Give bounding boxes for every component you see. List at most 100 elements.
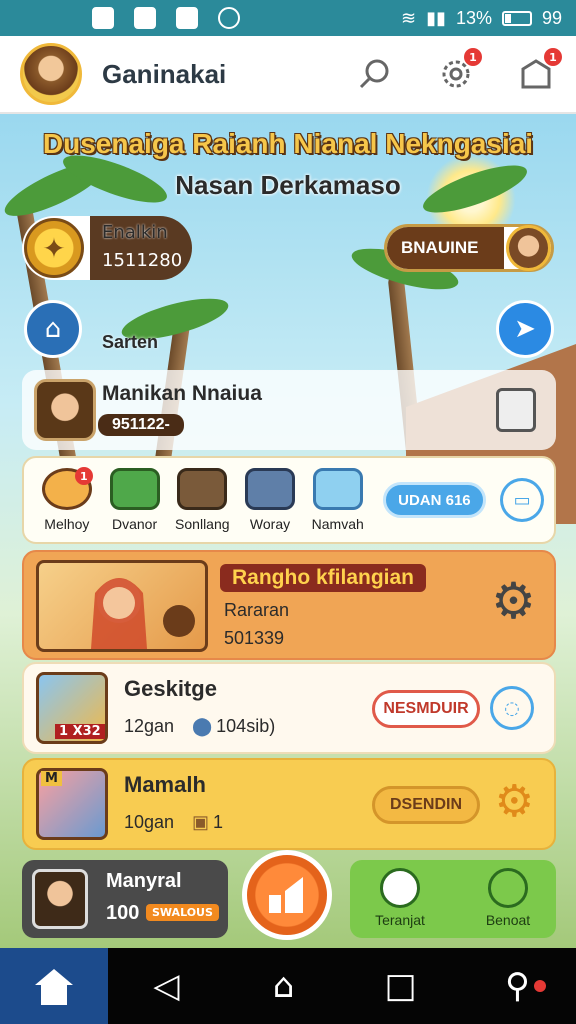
home-label: Sarten <box>102 332 159 352</box>
image-icon <box>92 7 114 29</box>
task-tag: M <box>41 771 62 786</box>
nav-home-button[interactable] <box>0 948 108 1024</box>
shield-icon <box>176 7 198 29</box>
quick-action-label: Benoat <box>485 912 531 928</box>
gear-icon[interactable]: ⚙ <box>491 576 536 626</box>
app-title: Ganinakai <box>102 58 227 89</box>
quest-line1: Rararan <box>224 600 290 620</box>
task-card[interactable]: M Mamalh 10gan ▣ 1 DSENDIN ⚙ <box>22 758 556 850</box>
status-bar: ≋ ▮▮ 13% 99 <box>0 0 576 36</box>
task-image: 1 X32 <box>36 672 108 744</box>
task-tag: 1 X32 <box>55 724 105 739</box>
search-icon: ⚲ <box>505 966 530 1006</box>
inventory-action-button[interactable]: UDAN 616 <box>382 482 487 518</box>
search-badge <box>534 980 546 992</box>
bag-icon <box>245 468 296 510</box>
quick-actions: Teranjat Benoat <box>350 860 556 938</box>
square-icon: □ <box>384 966 417 1006</box>
task-action-button[interactable]: NESMDUIR <box>372 690 480 728</box>
player-avatar <box>32 869 88 929</box>
check-icon <box>134 7 156 29</box>
circle-icon <box>218 7 240 29</box>
card-icon[interactable]: ▭ <box>500 478 545 522</box>
navigation-bar: ◁ ⌂ □ ⚲ <box>0 948 576 1024</box>
profile-value: 951122- <box>98 414 184 436</box>
inventory-item[interactable]: Woray <box>237 468 303 532</box>
task-card[interactable]: 1 X32 Geskitge 12gan ⬤ 104sib) NESMDUIR ◌ <box>22 662 556 754</box>
home-button[interactable]: ⌂ <box>24 300 82 358</box>
player-card[interactable]: Manyral 100 SWALOUS <box>22 860 228 938</box>
nav-recents-button[interactable]: □ <box>342 966 459 1006</box>
currency-value: 1511280 <box>102 250 183 271</box>
paper-plane-icon: ➤ <box>514 314 536 344</box>
battery-icon <box>501 10 532 26</box>
profile-name: Manikan Nnaiua <box>102 382 262 405</box>
nav-home-circle-button[interactable]: ⌂ <box>225 966 342 1006</box>
quick-action-label: Teranjat <box>375 912 425 928</box>
house-icon: ⌂ <box>44 314 62 344</box>
quest-card[interactable]: Rangho kfilangian Rararan 501339 ⚙ <box>22 550 556 660</box>
character-pill-label: BNAUINE <box>387 227 505 269</box>
profile-card[interactable]: Manikan Nnaiua 951122- <box>22 370 556 450</box>
player-name: Manyral <box>106 870 182 892</box>
task-title: Geskitge <box>124 676 217 701</box>
task-reward: ▣ 1 <box>192 812 223 833</box>
inventory-item-label: Sonllang <box>175 516 230 532</box>
character-avatar <box>506 225 551 271</box>
inventory-item-label: Namvah <box>311 516 364 532</box>
task-reward: ⬤ 104sib) <box>192 716 275 737</box>
signal-icon: ▮▮ <box>426 7 446 28</box>
headline-subtitle: Nasan Derkamaso <box>175 170 401 200</box>
inventory-bar: 1 Melhoy Dvanor Sonllang Woray Namvah UD… <box>22 456 556 544</box>
nav-search-button[interactable]: ⚲ <box>459 966 576 1006</box>
inventory-item[interactable]: 1 Melhoy <box>34 467 100 532</box>
app-bar: Ganinakai 1 1 <box>0 36 576 114</box>
home-icon <box>35 969 73 1005</box>
coin-icon: ✦ <box>24 218 84 278</box>
chat-icon[interactable]: ◌ <box>490 686 534 730</box>
player-value: 100 <box>106 902 140 924</box>
gear-icon[interactable]: ⚙ <box>495 780 534 824</box>
check-icon <box>380 868 420 908</box>
headline-title: Dusenaiga Raianh Nianal Nekngasiai <box>42 128 534 159</box>
task-image: M <box>36 768 108 840</box>
player-badge: SWALOUS <box>146 904 219 921</box>
inventory-badge: 1 <box>74 467 93 485</box>
user-avatar[interactable] <box>20 43 82 105</box>
battery-percent: 13% <box>455 7 492 28</box>
chest-icon: ▣ <box>192 812 210 832</box>
quick-action[interactable]: Teranjat <box>360 868 440 928</box>
document-icon[interactable] <box>496 388 536 432</box>
profile-avatar <box>34 379 96 441</box>
inventory-item[interactable]: Dvanor <box>102 468 168 532</box>
currency-display[interactable]: ✦ Enalkin 1511280 <box>22 216 192 280</box>
inventory-item[interactable]: Namvah <box>305 468 371 532</box>
currency-name: Enalkin <box>102 222 168 243</box>
inventory-item[interactable]: Sonllang <box>169 468 235 532</box>
inventory-item-label: Dvanor <box>112 516 158 532</box>
notification-icon[interactable]: 1 <box>516 48 562 94</box>
send-button[interactable]: ➤ <box>496 300 554 358</box>
crate-icon <box>177 468 228 510</box>
task-title: Mamalh <box>124 772 206 797</box>
task-time: 12gan <box>124 716 175 736</box>
task-action-button[interactable]: DSENDIN <box>372 786 480 824</box>
settings-badge: 1 <box>464 48 482 66</box>
inventory-item-label: Melhoy <box>44 516 90 532</box>
chart-icon <box>269 877 303 913</box>
map-icon <box>312 468 363 510</box>
home-outline-icon: ⌂ <box>272 966 295 1006</box>
character-pill[interactable]: BNAUINE <box>384 224 554 272</box>
main-action-button[interactable] <box>242 850 332 940</box>
gem-icon: 1 <box>41 467 93 510</box>
settings-icon[interactable]: 1 <box>436 48 482 94</box>
quick-action[interactable]: Benoat <box>468 868 548 928</box>
search-icon[interactable] <box>356 54 396 94</box>
back-triangle-icon: ◁ <box>153 966 180 1006</box>
gem-icon: ⬤ <box>192 716 213 736</box>
inventory-item-label: Woray <box>249 516 291 532</box>
quest-image <box>36 560 208 652</box>
nav-back-button[interactable]: ◁ <box>108 966 225 1006</box>
scroll-icon <box>109 468 160 510</box>
task-reward-value: 1 <box>213 812 224 832</box>
